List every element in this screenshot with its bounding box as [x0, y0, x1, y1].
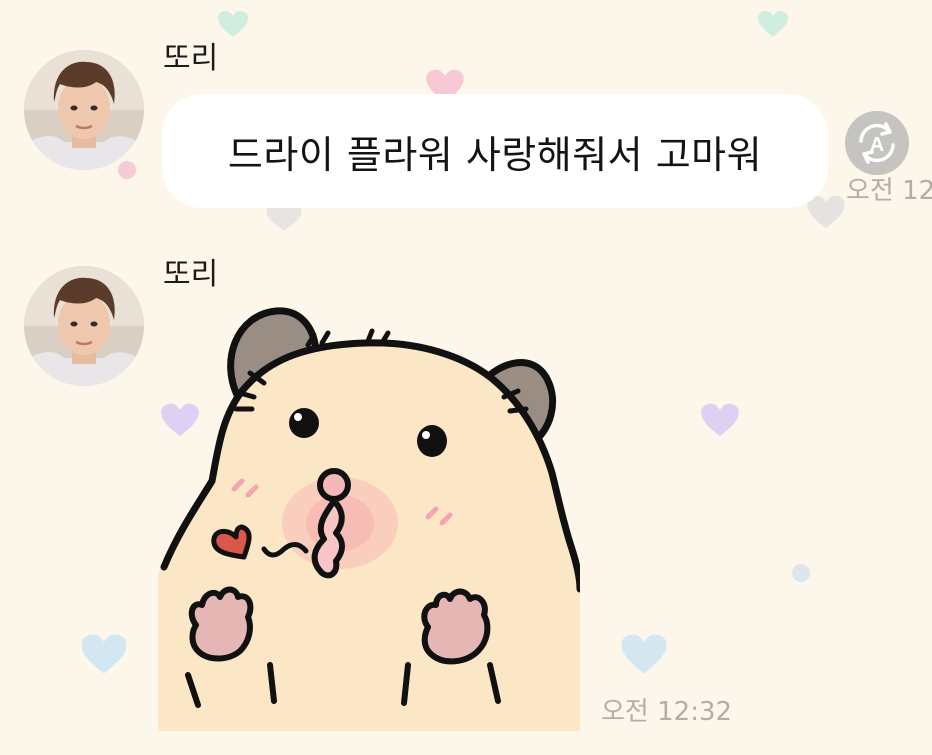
avatar[interactable] — [24, 50, 144, 170]
svg-text:A: A — [870, 134, 884, 156]
hamster-sticker[interactable] — [158, 305, 580, 731]
sender-name: 또리 — [163, 41, 219, 76]
translate-icon: A — [859, 122, 895, 164]
sender-name: 또리 — [163, 257, 219, 292]
lavender-heart-icon — [700, 402, 740, 438]
mint-heart-icon — [217, 10, 249, 38]
message-bubble[interactable]: 드라이 플라워 사랑해줘서 고마워 — [162, 94, 828, 208]
translate-button[interactable]: A — [845, 111, 909, 175]
avatar[interactable] — [24, 266, 144, 386]
blue-heart-icon — [80, 632, 128, 676]
blue-dot-icon — [791, 563, 811, 583]
gray-heart-icon — [264, 206, 304, 232]
blue-heart-icon — [620, 632, 668, 676]
message-timestamp: 오전 12 — [846, 176, 932, 206]
pink-dot-icon — [118, 161, 136, 179]
chat-room: 또리 드라이 플라워 사랑해줘서 고마워 A 오전 12 또리 오전 12:32 — [0, 0, 932, 755]
message-timestamp: 오전 12:32 — [601, 697, 733, 727]
mint-heart-icon — [757, 10, 789, 38]
